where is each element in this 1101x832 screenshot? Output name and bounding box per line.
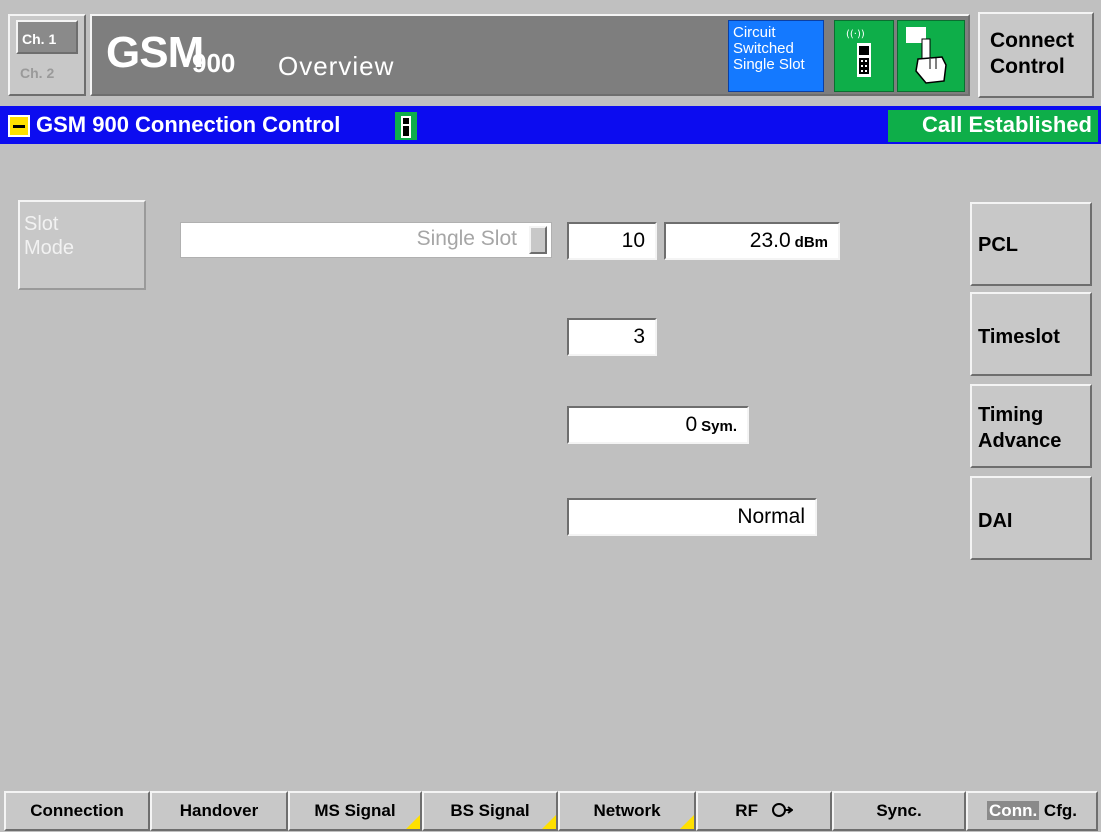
dai-value: Normal bbox=[737, 505, 805, 528]
minimize-icon[interactable] bbox=[8, 115, 30, 137]
standard-title: GSM bbox=[106, 28, 204, 77]
tab-sync-label: Sync. bbox=[876, 801, 922, 820]
tab-conn-cfg[interactable]: Conn. Cfg. bbox=[966, 791, 1098, 831]
pcl-value: 10 bbox=[621, 229, 645, 252]
tab-handover-label: Handover bbox=[179, 801, 259, 820]
tab-handover[interactable]: Handover bbox=[150, 791, 288, 831]
slot-mode-select[interactable]: Single Slot bbox=[180, 222, 552, 258]
status-bar: GSM 900 Connection Control Call Establis… bbox=[0, 106, 1101, 144]
title-bar: GSM 900 Overview Circuit Switched Single… bbox=[90, 14, 970, 96]
timeslot-field[interactable]: 3 bbox=[567, 318, 657, 356]
connect-control-line-1: Connect bbox=[990, 29, 1074, 52]
tab-network[interactable]: Network bbox=[558, 791, 696, 831]
timing-advance-field[interactable]: 0 Sym. bbox=[567, 406, 749, 444]
submenu-indicator bbox=[542, 815, 556, 829]
tab-bs-signal[interactable]: BS Signal bbox=[422, 791, 558, 831]
channel-1-button[interactable]: Ch. 1 bbox=[16, 20, 78, 54]
slot-mode-value: Single Slot bbox=[416, 227, 517, 250]
softkey-bar: Connection Handover MS Signal BS Signal … bbox=[0, 789, 1101, 832]
pcl-power-value: 23.0 bbox=[749, 229, 791, 252]
timeslot-value: 3 bbox=[633, 325, 645, 348]
slot-mode-line-1: Slot bbox=[24, 213, 59, 235]
mobile-status-icon bbox=[395, 112, 417, 140]
tab-bs-signal-label: BS Signal bbox=[450, 801, 530, 820]
tab-cfg-label: Cfg. bbox=[1043, 801, 1077, 820]
dai-button[interactable]: DAI bbox=[970, 476, 1092, 560]
pcl-button-label: PCL bbox=[978, 234, 1018, 256]
hand-pointer-icon bbox=[897, 20, 965, 92]
tab-rf-label: RF bbox=[735, 801, 758, 820]
pcl-power-unit: dBm bbox=[794, 234, 828, 251]
timeslot-button-label: Timeslot bbox=[978, 326, 1060, 348]
tab-rf[interactable]: RF bbox=[696, 791, 832, 831]
submenu-indicator bbox=[406, 815, 420, 829]
rf-connector-icon bbox=[771, 803, 794, 817]
timing-advance-button[interactable]: Timing Advance bbox=[970, 384, 1092, 468]
dai-button-label: DAI bbox=[978, 510, 1013, 532]
main-panel: Slot Mode Single Slot 10 23.0 dBm 3 0 Sym.… bbox=[0, 144, 1101, 789]
mode-line-2: Switched bbox=[733, 40, 794, 57]
timing-advance-line-2: Advance bbox=[978, 430, 1062, 452]
mobile-signal-icon: ((·)) bbox=[834, 20, 894, 92]
mode-line-3: Single Slot bbox=[733, 56, 805, 73]
slot-mode-line-2: Mode bbox=[24, 237, 75, 259]
connect-control-line-2: Control bbox=[990, 55, 1065, 78]
pcl-button[interactable]: PCL bbox=[970, 202, 1092, 286]
svg-text:((·)): ((·)) bbox=[846, 29, 865, 40]
tab-connection-label: Connection bbox=[30, 801, 124, 820]
slot-mode-button[interactable]: Slot Mode bbox=[18, 200, 146, 290]
dai-field[interactable]: Normal bbox=[567, 498, 817, 536]
tab-ms-signal[interactable]: MS Signal bbox=[288, 791, 422, 831]
tab-conn-label: Conn. bbox=[987, 801, 1040, 820]
call-state-badge: Call Established bbox=[888, 110, 1098, 142]
panel-title: GSM 900 Connection Control bbox=[36, 112, 341, 137]
view-title: Overview bbox=[278, 51, 395, 81]
tab-connection[interactable]: Connection bbox=[4, 791, 150, 831]
tab-ms-signal-label: MS Signal bbox=[314, 801, 396, 820]
tab-sync[interactable]: Sync. bbox=[832, 791, 966, 831]
timeslot-button[interactable]: Timeslot bbox=[970, 292, 1092, 376]
band-title: 900 bbox=[192, 48, 236, 78]
pcl-power-field: 23.0 dBm bbox=[664, 222, 840, 260]
header: Ch. 1 Ch. 2 GSM 900 Overview Circuit Swi… bbox=[0, 0, 1101, 106]
dropdown-button[interactable] bbox=[529, 226, 547, 254]
channel-2-button[interactable]: Ch. 2 bbox=[16, 56, 78, 90]
timing-advance-value: 0 bbox=[685, 413, 698, 436]
timing-advance-unit: Sym. bbox=[701, 418, 737, 435]
channel-selector[interactable]: Ch. 1 Ch. 2 bbox=[8, 14, 86, 96]
mode-indicator: Circuit Switched Single Slot bbox=[728, 20, 824, 92]
submenu-indicator bbox=[680, 815, 694, 829]
mode-line-1: Circuit bbox=[733, 24, 776, 41]
pcl-field[interactable]: 10 bbox=[567, 222, 657, 260]
connect-control-button[interactable]: Connect Control bbox=[978, 12, 1094, 98]
timing-advance-line-1: Timing bbox=[978, 404, 1044, 426]
tab-network-label: Network bbox=[593, 801, 661, 820]
